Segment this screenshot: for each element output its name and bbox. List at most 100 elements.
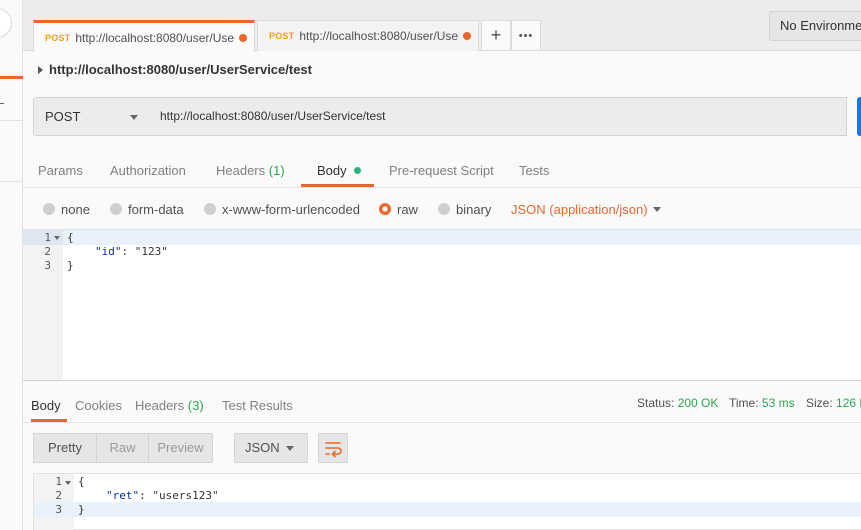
request-name[interactable]: http://localhost:8080/user/UserService/t…	[38, 62, 312, 77]
radio-urlencoded[interactable]	[204, 203, 216, 215]
request-name-label: http://localhost:8080/user/UserService/t…	[49, 62, 312, 77]
radio-label-urlencoded[interactable]: x-www-form-urlencoded	[222, 202, 360, 217]
response-format-group: Pretty Raw Preview	[33, 433, 213, 463]
code-line: "ret": "users123"	[106, 489, 219, 502]
response-headers-count: (3)	[187, 398, 204, 413]
request-tab-2[interactable]: POST http://localhost:8080/user/User	[257, 20, 479, 51]
radio-label-none[interactable]: none	[61, 202, 90, 217]
response-tab-body[interactable]: Body	[31, 398, 61, 413]
sidebar-divider	[0, 181, 23, 182]
active-line-highlight	[23, 230, 861, 245]
request-body-editor[interactable]: 1 2 3 { "id": "123" }	[23, 229, 861, 381]
request-tab-1[interactable]: POST http://localhost:8080/user/User	[33, 20, 255, 52]
tab-body[interactable]: Body	[317, 163, 362, 178]
radio-form-data[interactable]	[110, 203, 122, 215]
response-status: Status: 200 OK	[637, 396, 718, 410]
wrap-lines-button[interactable]	[318, 433, 348, 463]
active-tab-underline	[31, 419, 67, 422]
method-value: POST	[45, 109, 81, 124]
wrap-lines-icon	[325, 442, 342, 458]
json-value: : "123"	[121, 245, 168, 258]
size-value[interactable]: 126 B	[836, 396, 861, 410]
tab-url: http://localhost:8080/user/User	[75, 30, 236, 45]
status-value[interactable]: 200 OK	[678, 396, 719, 410]
response-language-select[interactable]: JSON	[234, 433, 308, 463]
request-tab-strip: POST http://localhost:8080/user/User POS…	[23, 0, 861, 52]
response-size: Size: 126 B	[806, 396, 861, 410]
response-time: Time: 53 ms	[729, 396, 795, 410]
tab-tests[interactable]: Tests	[519, 163, 549, 178]
plus-icon: +	[490, 25, 502, 45]
response-tab-cookies[interactable]: Cookies	[75, 398, 122, 413]
radio-none[interactable]	[43, 203, 55, 215]
radio-label-raw[interactable]: raw	[397, 202, 418, 217]
chevron-down-icon	[286, 446, 294, 451]
fold-caret-icon[interactable]	[54, 236, 60, 240]
url-input[interactable]: http://localhost:8080/user/UserService/t…	[149, 97, 847, 136]
new-tab-button[interactable]: +	[481, 20, 511, 51]
unsaved-dot-icon	[463, 32, 472, 40]
method-select[interactable]: POST	[33, 97, 150, 136]
response-body-viewer[interactable]: 1 2 3 { "ret": "users123" }	[33, 473, 861, 530]
response-tabs: Body Cookies Headers (3) Test Results St…	[23, 381, 861, 423]
tab-authorization[interactable]: Authorization	[110, 163, 186, 178]
radio-label-form-data[interactable]: form-data	[128, 202, 184, 217]
response-tab-test-results[interactable]: Test Results	[222, 398, 293, 413]
time-value[interactable]: 53 ms	[762, 396, 795, 410]
tab-url: http://localhost:8080/user/User	[299, 29, 460, 43]
format-preview-button[interactable]: Preview	[149, 433, 213, 463]
sidebar-divider	[0, 120, 23, 121]
radio-label-binary[interactable]: binary	[456, 202, 491, 217]
code-line: {	[67, 231, 74, 244]
more-icon: •••	[518, 29, 534, 42]
tab-method: POST	[45, 32, 71, 43]
more-tabs-button[interactable]: •••	[511, 20, 541, 51]
body-indicator-dot-icon	[354, 167, 362, 174]
line-number: 3	[55, 503, 62, 516]
sidebar-active-indicator	[0, 76, 23, 79]
tab-params[interactable]: Params	[38, 163, 83, 178]
tab-method: POST	[269, 31, 295, 41]
tab-pre-request-script[interactable]: Pre-request Script	[389, 163, 494, 178]
line-number: 1	[44, 231, 51, 244]
active-tab-underline	[301, 184, 374, 187]
chevron-down-icon	[130, 115, 138, 120]
app-window: POST http://localhost:8080/user/User POS…	[0, 0, 861, 530]
tab-body-label: Body	[317, 163, 347, 178]
radio-raw[interactable]	[379, 203, 391, 215]
line-number: 2	[44, 245, 51, 258]
fold-caret-icon[interactable]	[65, 481, 71, 485]
send-button[interactable]	[857, 97, 861, 136]
expand-caret-icon	[38, 65, 43, 74]
request-tabs: Params Authorization Headers (1) Body Pr…	[23, 148, 861, 188]
sidebar	[0, 0, 23, 530]
response-tab-headers[interactable]: Headers (3)	[135, 398, 204, 413]
line-number: 3	[44, 259, 51, 272]
time-label: Time:	[729, 396, 759, 410]
format-raw-button[interactable]: Raw	[97, 433, 149, 463]
body-type-options: none form-data x-www-form-urlencoded raw…	[23, 188, 861, 229]
status-label: Status:	[637, 396, 675, 410]
line-number: 2	[55, 489, 62, 502]
code-line: }	[78, 503, 85, 516]
environment-select[interactable]: No Environment	[769, 11, 861, 41]
sidebar-dash	[0, 103, 4, 104]
line-number: 1	[55, 475, 62, 488]
json-key: "id"	[95, 245, 122, 258]
tab-headers-label: Headers	[216, 163, 266, 178]
language-value: JSON	[245, 440, 280, 455]
response-headers-label: Headers	[135, 398, 185, 413]
code-line: {	[78, 475, 85, 488]
tab-headers[interactable]: Headers (1)	[216, 163, 285, 178]
chevron-down-icon[interactable]	[653, 207, 661, 212]
sidebar-search-circle[interactable]	[0, 8, 12, 38]
size-label: Size:	[806, 396, 833, 410]
format-pretty-button[interactable]: Pretty	[33, 433, 97, 463]
code-line: }	[67, 259, 74, 272]
active-line-highlight	[34, 502, 861, 517]
headers-count: (1)	[268, 163, 285, 178]
radio-binary[interactable]	[438, 203, 450, 215]
content-type-select[interactable]: JSON (application/json)	[511, 202, 648, 217]
unsaved-dot-icon	[239, 33, 248, 42]
json-key: "ret"	[106, 489, 140, 502]
